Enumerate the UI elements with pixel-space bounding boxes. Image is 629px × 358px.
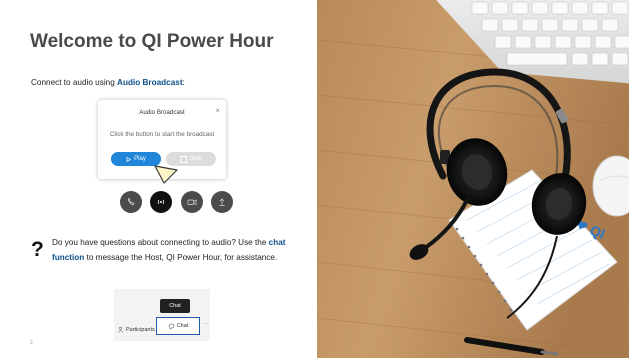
dialog-message: Click the button to start the broadcast [109,131,215,138]
question-text: Do you have questions about connecting t… [52,236,314,265]
broadcast-icon [157,199,165,205]
question-mark-icon: ? [31,238,44,261]
video-camera-icon [187,199,197,206]
slide-content-panel: Welcome to QI Power Hour Connect to audi… [0,0,317,358]
chat-bubble-icon [168,323,174,330]
headset-desk-photo: I ❤ QI [317,0,629,358]
phone-icon [128,198,135,206]
slide: Welcome to QI Power Hour Connect to audi… [0,0,629,358]
stop-icon [179,155,187,163]
connect-instruction: Connect to audio using Audio Broadcast: [31,78,185,87]
question-prefix: Do you have questions about connecting t… [52,238,269,247]
play-label: Play [134,156,146,162]
chat-panel-screenshot: Chat Participants Chat ··· [114,289,210,341]
video-button[interactable] [181,191,203,213]
share-upload-icon [219,198,225,206]
headset-photo-illustration: I ❤ QI [317,0,629,358]
connect-suffix: : [182,78,185,87]
participants-label: Participants [126,326,155,333]
audio-broadcast-button[interactable] [150,191,172,213]
connect-prefix: Connect to audio using [31,78,118,87]
dialog-title: Audio Broadcast [139,109,185,116]
slide-number: 2 [30,340,33,346]
more-options-icon[interactable]: ··· [202,321,208,327]
stop-label: Stop [189,156,203,162]
audio-broadcast-emphasis: Audio Broadcast [117,78,183,87]
participants-button[interactable]: Participants [117,326,155,333]
dialog-close-button[interactable]: × [215,107,220,115]
slide-title: Welcome to QI Power Hour [30,31,274,52]
play-icon [126,156,132,162]
chat-button[interactable]: Chat [156,317,200,335]
person-icon [117,326,124,333]
pointer-arrow-icon [154,165,178,184]
chat-label: Chat [176,323,189,329]
question-suffix: to message the Host, QI Power Hour, for … [84,252,278,262]
phone-call-button[interactable] [120,191,142,213]
share-button[interactable] [211,191,233,213]
chat-tooltip: Chat [160,299,190,313]
